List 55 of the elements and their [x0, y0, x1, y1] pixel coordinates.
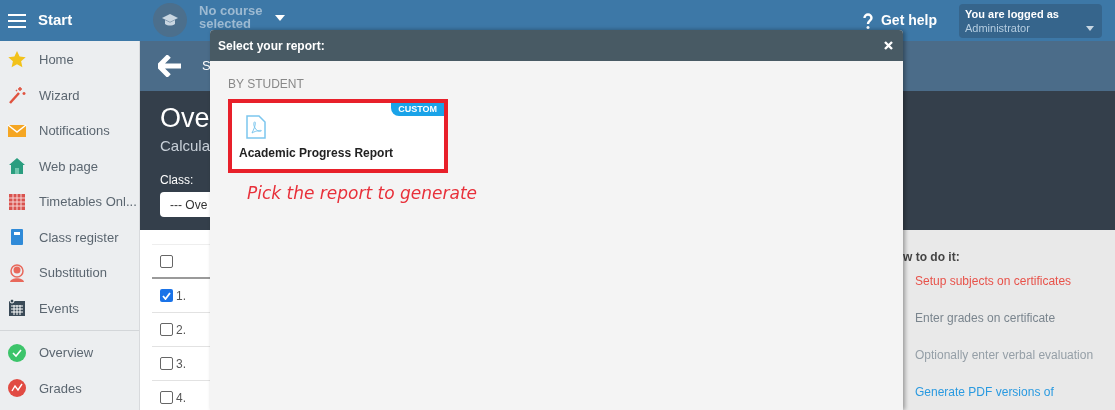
page-subtitle: Calcula	[160, 137, 211, 155]
sidebar-item[interactable]: Substitution	[0, 255, 139, 291]
caret-icon	[274, 15, 285, 21]
start-menu-button[interactable]: Start	[0, 0, 140, 41]
calendar-icon	[7, 298, 27, 319]
sidebar-item[interactable]: Home	[0, 42, 139, 78]
report-title: Academic Progress Report	[239, 145, 395, 162]
step-text: Enter grades on certificate	[915, 311, 1057, 325]
magic-wand-icon	[7, 85, 27, 106]
checkbox[interactable]	[160, 391, 173, 404]
sidebar-item[interactable]: Timetables Onl...	[0, 184, 139, 220]
back-arrow-icon	[158, 55, 182, 77]
timetable-icon	[7, 191, 27, 212]
chart-circle-icon	[7, 378, 27, 399]
check-circle-icon	[7, 342, 27, 363]
user-menu[interactable]: You are logged as Administrator	[959, 3, 1102, 38]
row-number: 3.	[176, 355, 186, 373]
toolbar-text: S	[202, 57, 211, 76]
checkbox[interactable]	[160, 357, 173, 370]
dialog-title: Select your report:	[218, 37, 325, 55]
sidebar-item[interactable]: Grades	[0, 370, 139, 406]
page-title: Ove	[160, 102, 210, 135]
pdf-file-icon	[246, 115, 266, 139]
step-text: Optionally enter verbal evaluation	[915, 348, 1095, 362]
sidebar-item[interactable]: Wizard	[0, 77, 139, 113]
back-button[interactable]	[158, 55, 182, 77]
report-card[interactable]: Academic Progress Report CUSTOM	[228, 99, 448, 173]
person-icon	[7, 262, 27, 283]
sidebar-item[interactable]: Web page	[0, 148, 139, 184]
graduation-cap-icon	[153, 3, 187, 37]
class-label: Class:	[160, 172, 194, 189]
help-heading: w to do it:	[903, 249, 960, 266]
hint-annotation: Pick the report to generate	[247, 182, 478, 205]
menu-icon	[8, 13, 26, 28]
checkbox[interactable]	[160, 323, 173, 336]
checkmark-icon	[162, 291, 171, 300]
step-link[interactable]: Setup subjects on certificates	[915, 274, 1100, 288]
help-link[interactable]: Get help	[863, 10, 937, 31]
row-number: 2.	[176, 321, 186, 339]
sidebar-item[interactable]: Overview	[0, 335, 139, 371]
section-label: BY STUDENT	[228, 76, 304, 93]
sidebar-item[interactable]: Class register	[0, 219, 139, 255]
house-icon	[7, 156, 27, 177]
row-number: 4.	[176, 389, 186, 407]
question-mark-icon	[863, 12, 873, 29]
sidebar-item[interactable]: Notifications	[0, 113, 139, 149]
row-number: 1.	[176, 287, 186, 305]
sidebar-item[interactable]: Events	[0, 290, 139, 326]
checkbox[interactable]	[160, 289, 173, 302]
custom-badge: CUSTOM	[391, 103, 444, 116]
caret-icon	[1086, 25, 1094, 31]
checkbox[interactable]	[160, 254, 173, 268]
close-icon	[884, 41, 893, 50]
close-button[interactable]	[884, 41, 893, 50]
star-icon	[7, 49, 27, 70]
